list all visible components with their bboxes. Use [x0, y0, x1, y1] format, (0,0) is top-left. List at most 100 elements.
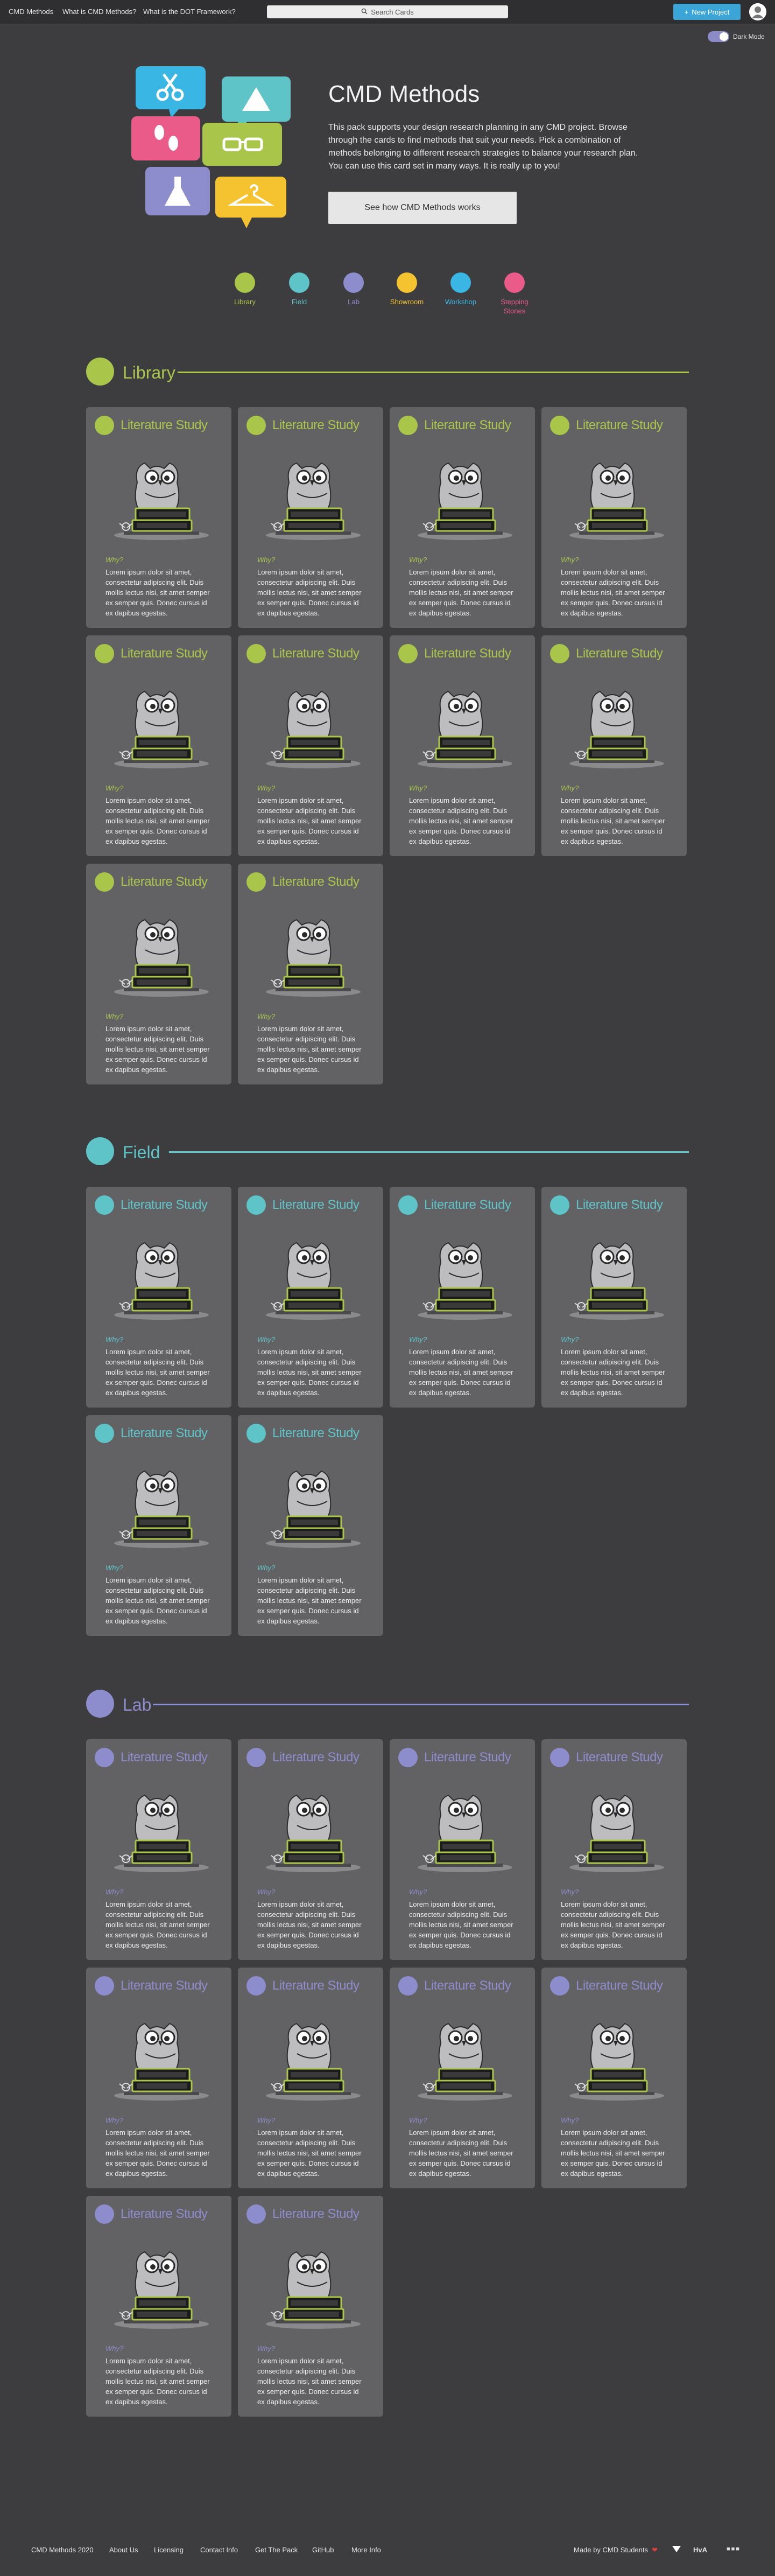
nav-brand-link[interactable]: CMD Methods [9, 8, 53, 16]
card-description: Lorem ipsum dolor sit amet, consectetur … [561, 1348, 665, 1397]
card-title: Literature Study [424, 1750, 511, 1765]
search-placeholder: Search Cards [371, 8, 414, 16]
card-title: Literature Study [121, 1750, 208, 1765]
method-card[interactable]: Literature Study Why? Lorem ipsum dolor … [86, 864, 231, 1084]
footer-link-github[interactable]: GitHub [312, 2546, 334, 2554]
method-card[interactable]: Literature Study Why? Lorem ipsum dolor … [390, 407, 535, 628]
footer-link-licensing[interactable]: Licensing [154, 2546, 184, 2554]
card-why-label: Why? [257, 784, 276, 792]
owl-books-illustration-icon [108, 2234, 210, 2330]
owl-books-illustration-icon [563, 1224, 665, 1321]
method-card[interactable]: Literature Study Why? Lorem ipsum dolor … [541, 407, 687, 628]
card-title: Literature Study [576, 646, 663, 661]
card-title: Literature Study [121, 1978, 208, 1993]
card-why-label: Why? [561, 1888, 579, 1896]
legend-item-workshop[interactable]: Workshop [434, 272, 488, 306]
card-title: Literature Study [424, 1978, 511, 1993]
card-why-label: Why? [409, 2116, 427, 2124]
card-description: Lorem ipsum dolor sit amet, consectetur … [257, 796, 362, 845]
method-card[interactable]: Literature Study Why? Lorem ipsum dolor … [238, 407, 383, 628]
legend-label: Workshop [445, 298, 477, 306]
user-avatar[interactable] [749, 3, 766, 20]
method-card[interactable]: Literature Study Why? Lorem ipsum dolor … [541, 635, 687, 856]
legend-label: Library [234, 298, 256, 306]
footer-link-contact[interactable]: Contact Info [200, 2546, 238, 2554]
nav-link-dot-framework[interactable]: What is the DOT Framework? [143, 8, 236, 16]
dark-mode-toggle[interactable] [708, 31, 729, 42]
owl-books-illustration-icon [108, 901, 210, 998]
card-title: Literature Study [272, 1426, 360, 1440]
owl-books-illustration-icon [108, 1453, 210, 1550]
library-dot-icon [235, 272, 255, 293]
method-card[interactable]: Literature Study Why? Lorem ipsum dolor … [390, 1968, 535, 2188]
card-why-label: Why? [105, 1335, 124, 1343]
method-card[interactable]: Literature Study Why? Lorem ipsum dolor … [86, 1415, 231, 1636]
card-category-dot-icon [95, 1976, 114, 1996]
card-category-dot-icon [95, 644, 114, 663]
footer-link-get-pack[interactable]: Get The Pack [255, 2546, 298, 2554]
method-card[interactable]: Literature Study Why? Lorem ipsum dolor … [86, 407, 231, 628]
card-title: Literature Study [121, 874, 208, 889]
card-description: Lorem ipsum dolor sit amet, consectetur … [105, 2357, 210, 2406]
method-card[interactable]: Literature Study Why? Lorem ipsum dolor … [86, 635, 231, 856]
card-title: Literature Study [272, 1198, 360, 1212]
card-why-label: Why? [257, 556, 276, 564]
card-description: Lorem ipsum dolor sit amet, consectetur … [409, 796, 513, 845]
legend-item-lab[interactable]: Lab [327, 272, 381, 306]
method-card[interactable]: Literature Study Why? Lorem ipsum dolor … [390, 1187, 535, 1408]
method-card[interactable]: Literature Study Why? Lorem ipsum dolor … [238, 1968, 383, 2188]
see-how-button[interactable]: See how CMD Methods works [328, 192, 517, 224]
plus-icon: + [684, 8, 689, 16]
card-why-label: Why? [257, 1335, 276, 1343]
owl-books-illustration-icon [108, 2005, 210, 2102]
card-why-label: Why? [409, 1888, 427, 1896]
card-category-dot-icon [246, 1748, 266, 1767]
card-why-label: Why? [105, 2344, 124, 2353]
card-category-dot-icon [246, 644, 266, 663]
library-section-dot-icon [86, 358, 114, 386]
card-description: Lorem ipsum dolor sit amet, consectetur … [561, 796, 665, 845]
owl-books-illustration-icon [108, 445, 210, 542]
method-card[interactable]: Literature Study Why? Lorem ipsum dolor … [390, 1739, 535, 1960]
card-category-dot-icon [550, 1748, 569, 1767]
card-title: Literature Study [424, 646, 511, 661]
legend-item-stepping-stones[interactable]: Stepping Stones [488, 272, 541, 316]
section-divider [178, 372, 689, 373]
card-description: Lorem ipsum dolor sit amet, consectetur … [409, 2129, 513, 2178]
new-project-button[interactable]: + New Project [673, 4, 741, 20]
legend-item-showroom[interactable]: Showroom [380, 272, 434, 306]
dark-mode-label: Dark Mode [733, 33, 765, 40]
method-card[interactable]: Literature Study Why? Lorem ipsum dolor … [238, 864, 383, 1084]
method-card[interactable]: Literature Study Why? Lorem ipsum dolor … [238, 1415, 383, 1636]
search-icon [361, 8, 368, 16]
method-card[interactable]: Literature Study Why? Lorem ipsum dolor … [238, 635, 383, 856]
method-card[interactable]: Literature Study Why? Lorem ipsum dolor … [541, 1187, 687, 1408]
footer-link-more-info[interactable]: More Info [351, 2546, 381, 2554]
method-card[interactable]: Literature Study Why? Lorem ipsum dolor … [86, 1187, 231, 1408]
owl-books-illustration-icon [259, 1224, 362, 1321]
legend-item-field[interactable]: Field [272, 272, 326, 306]
card-title: Literature Study [576, 1978, 663, 1993]
method-card[interactable]: Literature Study Why? Lorem ipsum dolor … [86, 2196, 231, 2417]
search-input[interactable]: Search Cards [267, 5, 508, 18]
method-card[interactable]: Literature Study Why? Lorem ipsum dolor … [86, 1968, 231, 2188]
method-card[interactable]: Literature Study Why? Lorem ipsum dolor … [238, 2196, 383, 2417]
section-header-lab: Lab [86, 1690, 689, 1720]
method-card[interactable]: Literature Study Why? Lorem ipsum dolor … [541, 1968, 687, 2188]
field-section-dot-icon [86, 1137, 114, 1165]
nav-link-what-is-cmd[interactable]: What is CMD Methods? [62, 8, 136, 16]
section-divider [153, 1704, 689, 1705]
footer-link-about[interactable]: About Us [109, 2546, 138, 2554]
legend-item-library[interactable]: Library [218, 272, 272, 306]
method-card[interactable]: Literature Study Why? Lorem ipsum dolor … [238, 1739, 383, 1960]
card-category-dot-icon [95, 2204, 114, 2224]
card-category-dot-icon [95, 1748, 114, 1767]
method-card[interactable]: Literature Study Why? Lorem ipsum dolor … [390, 635, 535, 856]
hva-mark-icon: ■■■ [727, 2546, 741, 2552]
footer-brand: HvA [693, 2546, 708, 2554]
method-card[interactable]: Literature Study Why? Lorem ipsum dolor … [541, 1739, 687, 1960]
method-card[interactable]: Literature Study Why? Lorem ipsum dolor … [86, 1739, 231, 1960]
card-category-dot-icon [398, 416, 418, 435]
owl-books-illustration-icon [411, 445, 513, 542]
method-card[interactable]: Literature Study Why? Lorem ipsum dolor … [238, 1187, 383, 1408]
